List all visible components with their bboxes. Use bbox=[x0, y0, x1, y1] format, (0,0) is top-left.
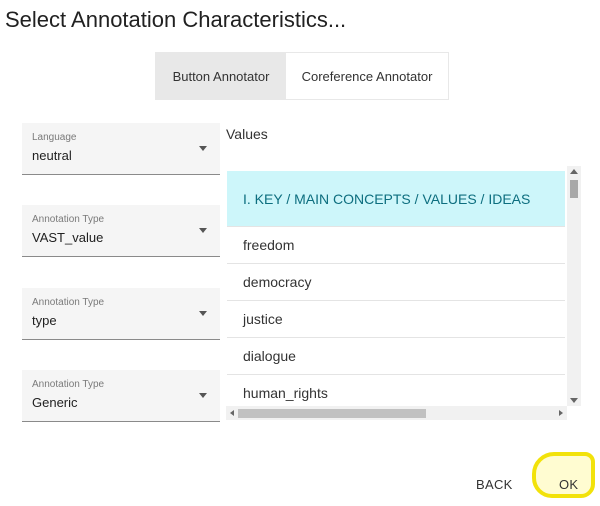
caret-down-icon bbox=[199, 311, 207, 316]
horizontal-scroll-thumb[interactable] bbox=[238, 409, 426, 418]
tab-coreference-annotator[interactable]: Coreference Annotator bbox=[286, 53, 448, 99]
list-item-category-header[interactable]: I. KEY / MAIN CONCEPTS / VALUES / IDEAS bbox=[227, 171, 565, 227]
tab-button-annotator[interactable]: Button Annotator bbox=[156, 53, 286, 99]
caret-down-icon bbox=[199, 228, 207, 233]
language-select[interactable]: Language neutral bbox=[22, 123, 220, 175]
scroll-right-icon[interactable] bbox=[559, 410, 563, 416]
values-list[interactable]: I. KEY / MAIN CONCEPTS / VALUES / IDEAS … bbox=[226, 166, 583, 422]
values-list-items: I. KEY / MAIN CONCEPTS / VALUES / IDEAS … bbox=[227, 171, 565, 412]
annotation-type-value: type bbox=[32, 313, 57, 328]
scroll-down-icon[interactable] bbox=[570, 398, 578, 403]
annotator-tabs: Button Annotator Coreference Annotator bbox=[155, 52, 449, 100]
dialog-title: Select Annotation Characteristics... bbox=[5, 7, 347, 32]
annotation-type-label: Annotation Type bbox=[32, 379, 105, 390]
values-title: Values bbox=[226, 126, 268, 142]
back-button[interactable]: BACK bbox=[476, 477, 513, 492]
caret-down-icon bbox=[199, 146, 207, 151]
list-item[interactable]: dialogue bbox=[227, 338, 565, 375]
ok-button[interactable]: OK bbox=[559, 477, 578, 492]
list-item[interactable]: freedom bbox=[227, 227, 565, 264]
scroll-left-icon[interactable] bbox=[230, 410, 234, 416]
list-item[interactable]: democracy bbox=[227, 264, 565, 301]
vertical-scrollbar[interactable] bbox=[567, 166, 581, 406]
horizontal-scrollbar[interactable] bbox=[226, 406, 567, 420]
scroll-up-icon[interactable] bbox=[570, 169, 578, 174]
language-label: Language bbox=[32, 132, 77, 143]
annotation-type-value: VAST_value bbox=[32, 230, 104, 245]
list-item[interactable]: justice bbox=[227, 301, 565, 338]
language-value: neutral bbox=[32, 148, 72, 163]
annotation-type-label: Annotation Type bbox=[32, 297, 105, 308]
annotation-type-label: Annotation Type bbox=[32, 214, 105, 225]
annotation-type-value: Generic bbox=[32, 395, 78, 410]
vertical-scroll-thumb[interactable] bbox=[570, 180, 578, 198]
annotation-type-select-1[interactable]: Annotation Type VAST_value bbox=[22, 205, 220, 257]
annotation-type-select-2[interactable]: Annotation Type type bbox=[22, 288, 220, 340]
caret-down-icon bbox=[199, 393, 207, 398]
annotation-type-select-3[interactable]: Annotation Type Generic bbox=[22, 370, 220, 422]
